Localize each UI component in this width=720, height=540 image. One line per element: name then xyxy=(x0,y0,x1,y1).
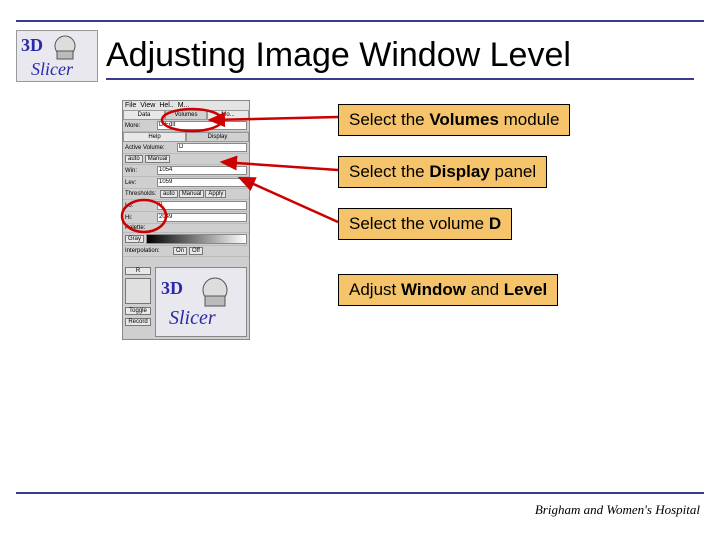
slider[interactable] xyxy=(125,278,151,304)
hi-field[interactable]: 2049 xyxy=(157,213,247,222)
active-volume-field[interactable]: D xyxy=(177,143,247,152)
palette-label: Palette: xyxy=(125,225,155,231)
svg-text:Slicer: Slicer xyxy=(169,307,216,329)
more-field[interactable]: D Edit xyxy=(157,121,247,130)
menubar: File View Hel.. M... xyxy=(123,101,249,110)
gray-button[interactable]: Gray xyxy=(125,235,144,243)
footer-rule xyxy=(16,492,704,494)
menu-file[interactable]: File xyxy=(125,102,136,109)
callout-display: Select the Display panel xyxy=(338,156,547,188)
panel-tabs: Help Display xyxy=(123,132,249,142)
menu-view[interactable]: View xyxy=(140,102,155,109)
callout-window-level: Adjust Window and Level xyxy=(338,274,558,306)
thresh-auto[interactable]: auto xyxy=(160,190,178,198)
footer-text: Brigham and Women's Hospital xyxy=(535,502,700,518)
preview-pane: 3D Slicer xyxy=(155,267,247,337)
slicer-logo: 3D Slicer xyxy=(16,30,98,82)
logo-3d: 3D xyxy=(21,35,43,55)
interp-off[interactable]: Off xyxy=(189,247,203,255)
lo-field[interactable]: 0 xyxy=(157,201,247,210)
interp-on[interactable]: On xyxy=(173,247,187,255)
title-underline xyxy=(106,78,694,80)
record-button[interactable]: Record xyxy=(125,318,151,326)
lev-label: Lev: xyxy=(125,180,155,186)
arrow-volume-d xyxy=(240,178,338,222)
top-rule xyxy=(16,20,704,22)
toggle-button[interactable]: Toggle xyxy=(125,307,151,315)
tab-volumes[interactable]: Volumes xyxy=(165,110,207,120)
lo-label: Lo: xyxy=(125,203,155,209)
tab-mo[interactable]: Mo... xyxy=(207,110,249,120)
more-label: More: xyxy=(125,123,155,129)
palette-gradient xyxy=(146,234,247,244)
logo-slicer: Slicer xyxy=(31,59,74,79)
hi-label: Hi: xyxy=(125,215,155,221)
thresh-label: Thresholds: xyxy=(125,191,159,197)
arrows-overlay xyxy=(0,0,720,540)
interp-label: Interpolation: xyxy=(125,248,171,254)
active-volume-label: Active Volume: xyxy=(125,145,175,151)
win-field[interactable]: 1054 xyxy=(157,166,247,175)
thresh-apply[interactable]: Apply xyxy=(205,190,226,198)
svg-text:3D: 3D xyxy=(161,278,183,298)
module-tabs: Data Volumes Mo... xyxy=(123,110,249,120)
tab-display[interactable]: Display xyxy=(186,132,249,142)
auto-button[interactable]: auto xyxy=(125,155,143,163)
menu-more[interactable]: M... xyxy=(178,102,190,109)
tab-data[interactable]: Data xyxy=(123,110,165,120)
thresh-manual[interactable]: Manual xyxy=(179,190,205,198)
app-screenshot: File View Hel.. M... Data Volumes Mo... … xyxy=(122,100,250,340)
callout-volume-d: Select the volume D xyxy=(338,208,512,240)
manual-button[interactable]: Manual xyxy=(145,155,171,163)
page-title: Adjusting Image Window Level xyxy=(106,36,571,75)
win-label: Win: xyxy=(125,168,155,174)
menu-help[interactable]: Hel.. xyxy=(159,102,173,109)
lev-field[interactable]: 1059 xyxy=(157,178,247,187)
callout-volumes: Select the Volumes module xyxy=(338,104,570,136)
tab-help[interactable]: Help xyxy=(123,132,186,142)
r-button[interactable]: R xyxy=(125,267,151,275)
